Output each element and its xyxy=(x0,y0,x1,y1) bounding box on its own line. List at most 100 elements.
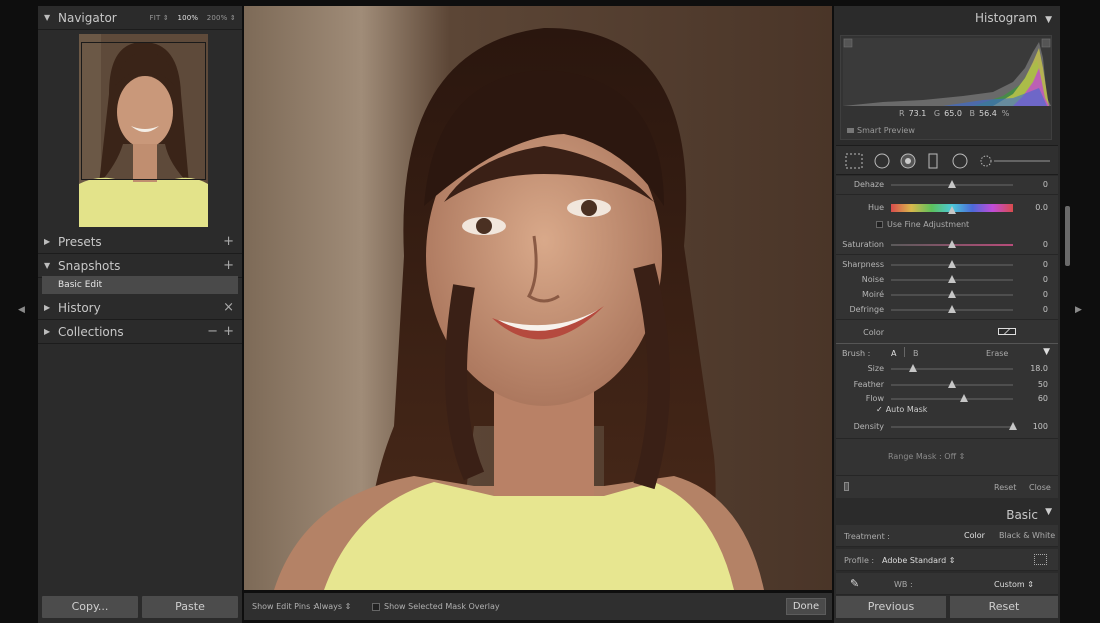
add-preset-icon[interactable]: + xyxy=(223,230,234,254)
fine-adjust-row[interactable]: Use Fine Adjustment xyxy=(876,220,1056,234)
brush-a-tab[interactable]: A xyxy=(891,349,896,358)
clear-history-icon[interactable]: × xyxy=(223,296,234,320)
hue-slider[interactable] xyxy=(891,204,1013,214)
sharpness-slider[interactable] xyxy=(891,260,1013,268)
color-swatch[interactable] xyxy=(998,328,1016,335)
remove-collection-icon[interactable]: − xyxy=(207,320,218,344)
noise-slider-thumb[interactable] xyxy=(948,275,956,283)
range-mask-dropdown[interactable]: Range Mask : Off ⇕ xyxy=(888,452,965,461)
saturation-slider-thumb[interactable] xyxy=(948,240,956,248)
navigator-thumbnail[interactable] xyxy=(79,34,208,227)
previous-button[interactable]: Previous xyxy=(836,596,946,618)
histogram-header[interactable]: Histogram ▼ xyxy=(975,11,1052,25)
defringe-slider-thumb[interactable] xyxy=(948,305,956,313)
dehaze-slider[interactable] xyxy=(891,180,1013,188)
moire-value[interactable]: 0 xyxy=(1043,290,1048,299)
mask-overlay-checkbox[interactable] xyxy=(372,602,380,611)
histogram-graph[interactable] xyxy=(843,38,1051,106)
snapshots-header[interactable]: ▼ Snapshots + xyxy=(38,254,242,278)
paste-button[interactable]: Paste xyxy=(142,596,238,618)
basic-header[interactable]: Basic ▼ xyxy=(836,503,1058,525)
snapshot-item[interactable]: Basic Edit xyxy=(42,276,238,294)
graduated-filter-icon[interactable] xyxy=(926,152,940,170)
fine-adjust-checkbox[interactable] xyxy=(876,221,883,228)
left-panel: ▼ Navigator FIT ⇕ 100% 200% ⇕ ▶ Presets … xyxy=(38,6,242,623)
feather-value[interactable]: 50 xyxy=(1038,380,1048,389)
collapse-triangle-icon[interactable]: ▼ xyxy=(44,254,50,278)
mask-toggle-switch-icon[interactable] xyxy=(844,482,849,491)
treatment-color-option[interactable]: Color xyxy=(964,531,985,540)
left-panel-toggle-icon[interactable]: ◀ xyxy=(18,305,25,315)
mask-close-button[interactable]: Close xyxy=(1029,483,1051,492)
density-slider[interactable] xyxy=(891,422,1017,430)
density-slider-thumb[interactable] xyxy=(1009,422,1017,430)
wb-dropdown[interactable]: Custom ⇕ xyxy=(994,580,1034,589)
erase-tab[interactable]: Erase xyxy=(986,349,1008,358)
dehaze-value[interactable]: 0 xyxy=(1043,180,1048,189)
zoom-100-option[interactable]: 100% xyxy=(177,14,198,22)
red-eye-icon[interactable] xyxy=(899,152,917,170)
navigator-view-rectangle[interactable] xyxy=(81,42,206,180)
zoom-fit-option[interactable]: FIT ⇕ xyxy=(150,14,169,22)
wb-label: WB : xyxy=(894,580,913,589)
expand-triangle-icon[interactable]: ▶ xyxy=(44,296,50,320)
feather-slider-thumb[interactable] xyxy=(948,380,956,388)
add-snapshot-icon[interactable]: + xyxy=(223,254,234,278)
saturation-value[interactable]: 0 xyxy=(1043,240,1048,249)
hue-value[interactable]: 0.0 xyxy=(1035,203,1048,212)
density-value[interactable]: 100 xyxy=(1033,422,1048,431)
zoom-200-option[interactable]: 200% ⇕ xyxy=(207,14,236,22)
sharpness-value[interactable]: 0 xyxy=(1043,260,1048,269)
collapse-triangle-icon[interactable]: ▼ xyxy=(1043,347,1050,357)
profile-browser-grid-icon[interactable] xyxy=(1034,554,1047,565)
size-slider-thumb[interactable] xyxy=(908,364,917,372)
main-photo-canvas[interactable] xyxy=(244,6,832,590)
wb-eyedropper-icon[interactable]: ✎ xyxy=(850,577,859,590)
reset-button[interactable]: Reset xyxy=(950,596,1058,618)
flow-slider-thumb[interactable] xyxy=(960,394,969,402)
mask-reset-button[interactable]: Reset xyxy=(994,483,1016,492)
smart-preview-indicator[interactable]: Smart Preview xyxy=(847,126,915,135)
feather-slider[interactable] xyxy=(891,380,1013,388)
history-header[interactable]: ▶ History × xyxy=(38,296,242,320)
size-value[interactable]: 18.0 xyxy=(1030,364,1048,373)
flow-slider[interactable] xyxy=(891,394,1013,402)
profile-dropdown[interactable]: Adobe Standard ⇕ xyxy=(882,556,956,565)
moire-slider-thumb[interactable] xyxy=(948,290,956,298)
auto-mask-row[interactable]: ✓ Auto Mask xyxy=(876,405,1056,419)
add-collection-icon[interactable]: + xyxy=(223,320,234,344)
collapse-triangle-icon[interactable]: ▼ xyxy=(1045,507,1052,517)
done-button[interactable]: Done xyxy=(786,598,826,615)
hue-slider-thumb[interactable] xyxy=(948,206,956,214)
flow-value[interactable]: 60 xyxy=(1038,394,1048,403)
sharpness-slider-thumb[interactable] xyxy=(948,260,956,268)
mask-overlay-toggle[interactable]: Show Selected Mask Overlay xyxy=(372,602,500,611)
brush-b-tab[interactable]: B xyxy=(913,349,919,358)
adjustment-brush-icon[interactable] xyxy=(977,152,995,170)
size-slider[interactable] xyxy=(891,364,1013,372)
collapse-triangle-icon[interactable]: ▼ xyxy=(44,6,50,30)
navigator-header[interactable]: ▼ Navigator FIT ⇕ 100% 200% ⇕ xyxy=(38,6,242,30)
moire-slider[interactable] xyxy=(891,290,1013,298)
edit-pins-dropdown[interactable]: Always ⇕ xyxy=(314,602,351,611)
noise-slider[interactable] xyxy=(891,275,1013,283)
right-panel-toggle-icon[interactable]: ▶ xyxy=(1075,305,1082,315)
treatment-bw-option[interactable]: Black & White xyxy=(999,531,1055,540)
noise-value[interactable]: 0 xyxy=(1043,275,1048,284)
radial-filter-icon[interactable] xyxy=(951,152,969,170)
defringe-slider[interactable] xyxy=(891,305,1013,313)
spot-removal-icon[interactable] xyxy=(873,152,891,170)
expand-triangle-icon[interactable]: ▶ xyxy=(44,230,50,254)
expand-triangle-icon[interactable]: ▶ xyxy=(44,320,50,344)
defringe-value[interactable]: 0 xyxy=(1043,305,1048,314)
presets-header[interactable]: ▶ Presets + xyxy=(38,230,242,254)
auto-mask-checkmark-icon[interactable]: ✓ xyxy=(876,405,883,414)
crop-overlay-icon[interactable] xyxy=(844,152,864,170)
collections-header[interactable]: ▶ Collections − + xyxy=(38,320,242,344)
copy-button[interactable]: Copy... xyxy=(42,596,138,618)
tool-size-slider[interactable] xyxy=(994,156,1052,166)
saturation-slider[interactable] xyxy=(891,240,1013,248)
dehaze-slider-thumb[interactable] xyxy=(948,180,956,188)
collapse-triangle-icon[interactable]: ▼ xyxy=(1045,15,1052,25)
right-panel-scrollbar[interactable] xyxy=(1065,206,1070,266)
